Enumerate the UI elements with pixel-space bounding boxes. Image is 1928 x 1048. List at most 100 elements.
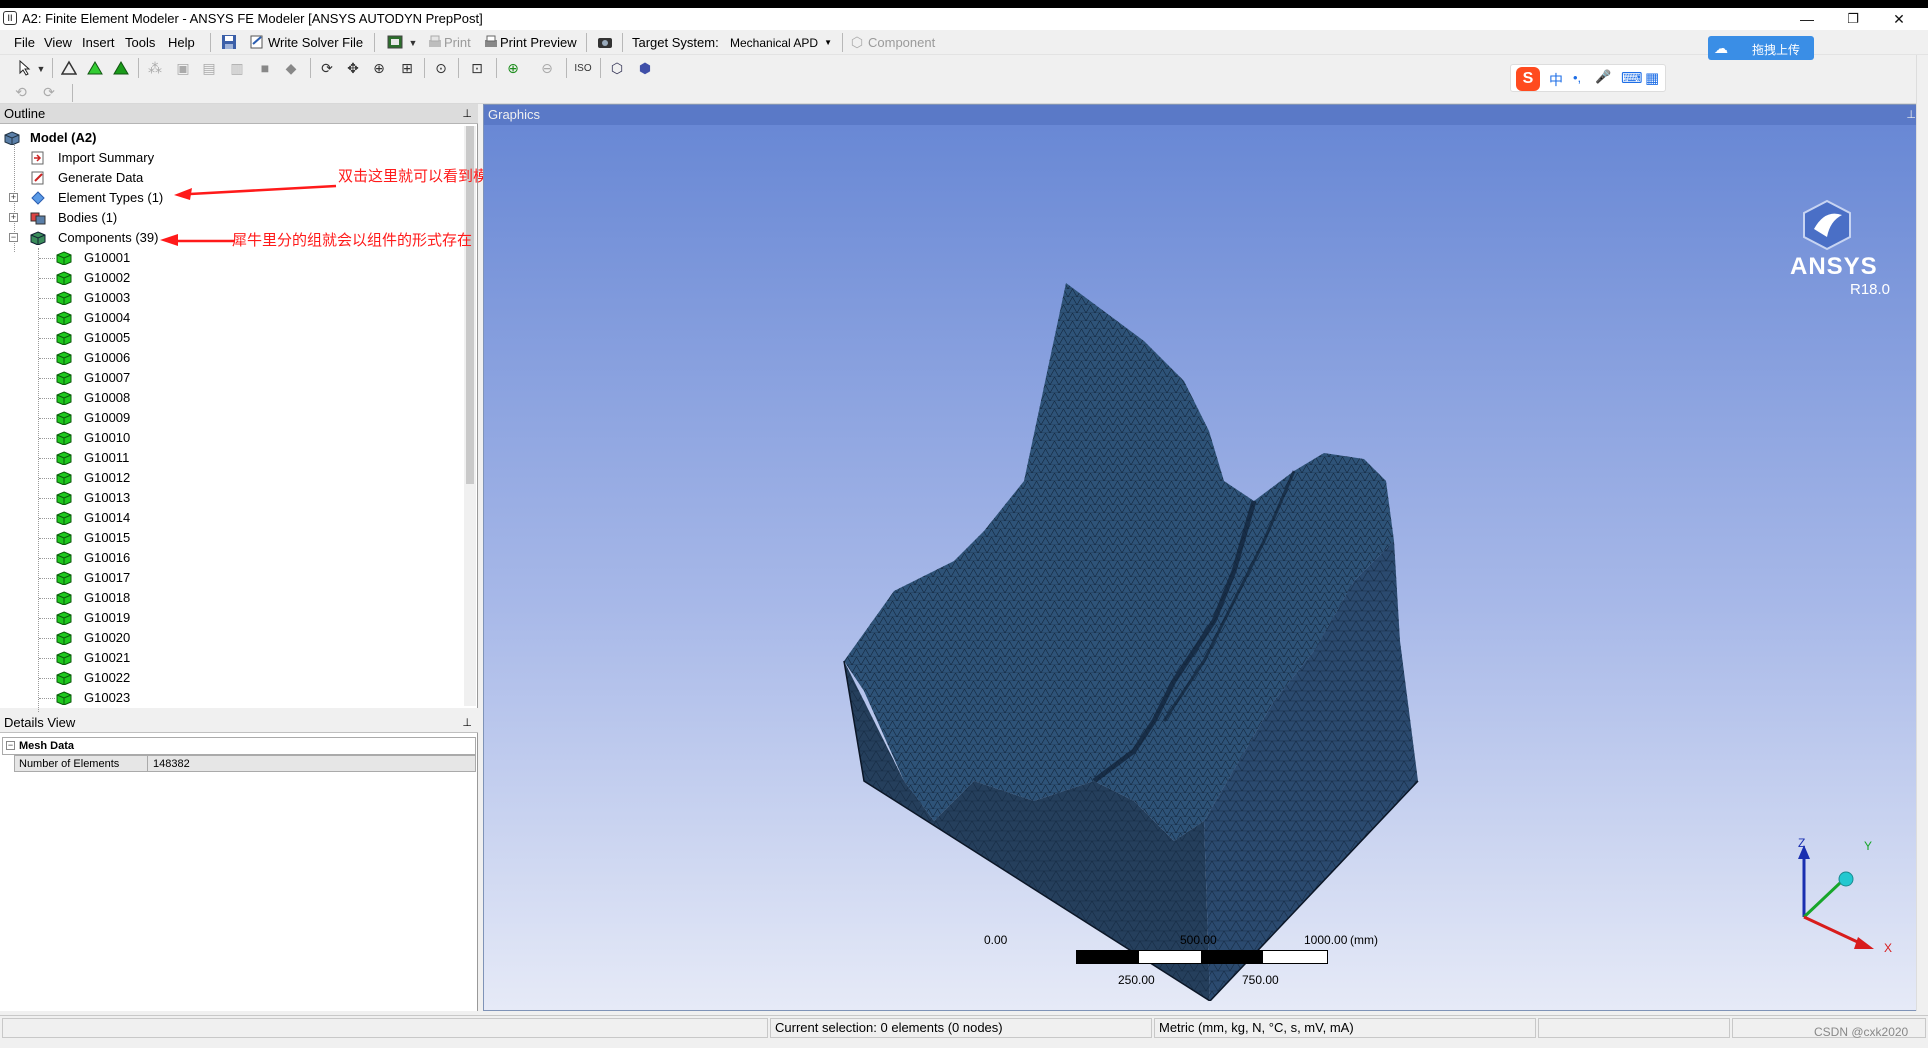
status-cell-left (2, 1018, 768, 1038)
solid-box-icon: ■ (260, 60, 270, 76)
mesh-model[interactable] (834, 281, 1474, 1001)
microphone-icon[interactable]: 🎤 (1595, 69, 1611, 85)
pin-icon[interactable]: ⊥ (462, 104, 472, 124)
ansys-logo-text: ANSYS (1790, 253, 1878, 280)
axis-x-label: X (1884, 941, 1893, 955)
tree-root-label: Model (A2) (30, 130, 97, 145)
write-solver-file-button[interactable]: Write Solver File (268, 35, 363, 50)
chevron-down-icon: ▼ (824, 38, 832, 47)
node-triangle-icon[interactable] (60, 59, 78, 77)
collapse-icon[interactable]: − (9, 233, 18, 242)
previous-view-icon[interactable]: ⊕ (504, 59, 522, 77)
component-cube-icon (56, 571, 72, 585)
scale-tick-0: 0.00 (984, 933, 1008, 947)
face-triangle-green-icon[interactable] (112, 59, 130, 77)
outline-scrollbar[interactable] (464, 126, 476, 706)
restore-button[interactable]: ❐ (1830, 9, 1876, 29)
component-cube-icon (56, 511, 72, 525)
element-triangle-green-icon[interactable] (86, 59, 104, 77)
print-preview-button[interactable]: Print Preview (500, 35, 577, 50)
component-cube-icon (56, 251, 72, 265)
zoom-icon[interactable]: ⊕ (370, 59, 388, 77)
window-scrollbar[interactable] (1916, 55, 1928, 1011)
pin-icon[interactable]: ⊥ (462, 713, 472, 733)
keyboard-icon[interactable]: ⌨ (1621, 69, 1643, 87)
component-cube-icon (56, 551, 72, 565)
magnifier-window-icon[interactable]: ⊡ (468, 59, 486, 77)
graphics-viewport[interactable]: Graphics ⊥ ANSYS R18.0 0.00 500.00 1000.… (483, 104, 1923, 1011)
upload-label: 拖拽上传 (1752, 43, 1801, 57)
tree-line (39, 638, 55, 639)
box-zoom-icon[interactable]: ⊞ (398, 59, 416, 77)
tree-line (39, 478, 55, 479)
component-cube-icon (56, 491, 72, 505)
camera-icon[interactable] (596, 33, 614, 51)
component-cube-icon (56, 531, 72, 545)
print-button: Print (444, 35, 471, 50)
target-system-value: Mechanical APD (730, 36, 819, 50)
iso-view-icon[interactable]: ISO (574, 59, 592, 77)
details-row[interactable]: Number of Elements 148382 (14, 755, 476, 772)
menu-insert[interactable]: Insert (82, 35, 115, 50)
tree-item-label: G10012 (84, 470, 131, 485)
zoom-to-fit-icon[interactable]: ⊙ (432, 59, 450, 77)
status-units: Metric (mm, kg, N, °C, s, mV, mA) (1154, 1018, 1536, 1038)
close-button[interactable]: ✕ (1876, 9, 1922, 29)
tree-item-label: Components (39) (58, 230, 159, 245)
component-cube-icon (56, 671, 72, 685)
expand-icon[interactable]: + (9, 213, 18, 222)
scale-tick-750: 750.00 (1242, 973, 1279, 987)
menu-tools[interactable]: Tools (125, 35, 155, 50)
toolbar-separator (622, 33, 623, 52)
ime-toolbar: S 中 •, 🎤 ⌨ ▦ (1510, 64, 1666, 92)
tree-line (39, 498, 55, 499)
menu-help[interactable]: Help (168, 35, 195, 50)
tree-item-label: G10004 (84, 310, 131, 325)
tree-line (39, 558, 55, 559)
target-system-select[interactable]: Mechanical APD ▼ (730, 34, 836, 52)
wireframe-box-icon[interactable]: ⬡ (608, 59, 626, 77)
expand-icon[interactable]: + (9, 193, 18, 202)
component-cube-icon (56, 471, 72, 485)
chinese-mode-toggle[interactable]: 中 (1549, 70, 1563, 90)
chevron-down-icon[interactable]: ▼ (404, 34, 422, 52)
export-icon[interactable] (386, 33, 404, 51)
axis-y-label: Y (1864, 839, 1873, 853)
write-solver-file-icon[interactable] (248, 33, 266, 51)
toolbar-separator (458, 58, 459, 78)
toolbar-separator (52, 58, 53, 78)
ansys-logo-icon (1803, 199, 1851, 251)
ansys-version: R18.0 (1850, 281, 1891, 298)
upload-button[interactable]: ☁ 拖拽上传 (1708, 36, 1814, 60)
toolbar-separator (72, 84, 73, 102)
toolbar-separator (210, 33, 211, 52)
toolbar-separator (374, 33, 375, 52)
graphics-title: Graphics (488, 107, 541, 122)
toolbox-grid-icon[interactable]: ▦ (1645, 69, 1659, 87)
menu-view[interactable]: View (44, 35, 72, 50)
rotate-icon[interactable]: ⟳ (318, 59, 336, 77)
print-preview-icon[interactable] (482, 33, 500, 51)
tree-line (39, 578, 55, 579)
save-icon[interactable] (220, 33, 238, 51)
shaded-box-icon[interactable]: ⬢ (636, 59, 654, 77)
component-cube-icon (56, 291, 72, 305)
outline-title: Outline (4, 106, 46, 121)
component-cube-icon (56, 651, 72, 665)
component-cube-icon (56, 631, 72, 645)
pin-icon[interactable]: ⊥ (1906, 105, 1916, 125)
menu-file[interactable]: File (14, 35, 35, 50)
minimize-button[interactable]: — (1784, 9, 1830, 29)
annotation-element-types-note: 双击这里就可以看到模型 (338, 168, 504, 185)
tree-item-label: Bodies (1) (58, 210, 118, 225)
sogou-logo-icon[interactable]: S (1516, 67, 1540, 91)
status-bar: Current selection: 0 elements (0 nodes) … (0, 1015, 1928, 1039)
element-types-icon (31, 191, 45, 205)
component-cube-icon (56, 331, 72, 345)
collapse-icon[interactable]: − (6, 741, 15, 750)
chevron-down-icon[interactable]: ▼ (32, 60, 50, 78)
details-section[interactable]: − Mesh Data (2, 737, 476, 755)
pan-icon[interactable]: ✥ (344, 59, 362, 77)
outline-header: Outline ⊥ (0, 104, 478, 124)
punctuation-icon[interactable]: •, (1573, 70, 1581, 85)
